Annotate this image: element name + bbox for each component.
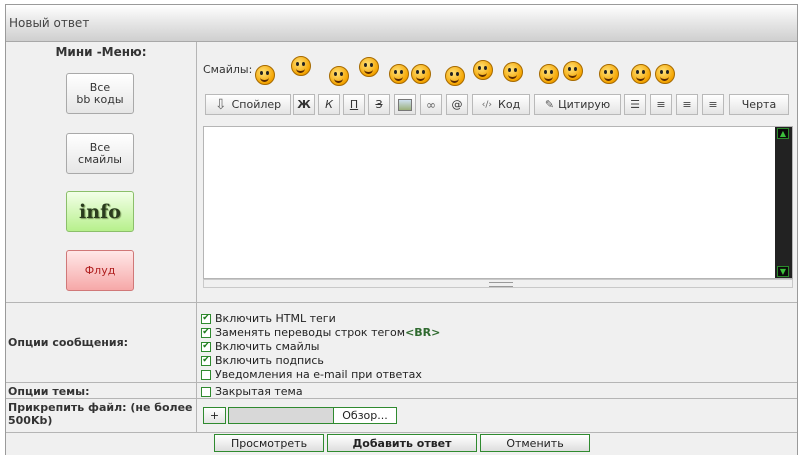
grin-icon[interactable] <box>389 64 409 84</box>
resize-grip[interactable] <box>203 279 793 288</box>
code-icon: ‹/› <box>481 99 493 110</box>
submit-reply-button[interactable]: Добавить ответ <box>327 434 477 452</box>
devil-icon[interactable] <box>503 62 523 82</box>
editor-scrollbar[interactable]: ▲ ▼ <box>775 127 792 278</box>
pencil-icon: ✎ <box>544 98 555 111</box>
checkbox-checked-icon[interactable]: ✔ <box>201 355 211 366</box>
all-bbcodes-button[interactable]: Все bb коды <box>66 73 134 114</box>
wink-icon[interactable] <box>329 66 349 86</box>
align-center-button[interactable]: ≡ <box>676 94 698 115</box>
scroll-up-icon[interactable]: ▲ <box>777 128 789 139</box>
topic-options-label: Опции темы: <box>8 385 90 398</box>
scroll-down-icon[interactable]: ▼ <box>777 266 789 277</box>
link-icon: ∞ <box>426 97 436 112</box>
italic-button[interactable]: К <box>318 94 340 115</box>
quote-button[interactable]: ✎ Цитирую <box>534 94 621 115</box>
align-center-icon: ≡ <box>682 98 692 111</box>
laugh-icon[interactable] <box>411 64 431 84</box>
strike-button[interactable]: З <box>368 94 390 115</box>
code-button[interactable]: ‹/› Код <box>472 94 530 115</box>
teeth-icon[interactable] <box>563 61 583 81</box>
mini-menu: Мини -Меню: Все bb коды Все смайлы info … <box>6 42 197 302</box>
image-icon <box>398 98 412 111</box>
flood-button[interactable]: Флуд <box>66 250 134 291</box>
message-option-1[interactable]: ✔ Заменять переводы строк тегом <BR> <box>201 326 440 339</box>
align-left-icon: ≡ <box>656 98 666 111</box>
action-bar: Просмотреть Добавить ответ Отменить <box>6 432 797 455</box>
message-textarea[interactable]: ▲ ▼ <box>203 126 793 279</box>
message-options-label: Опции сообщения: <box>8 336 129 349</box>
attach-row: Прикрепить файл: (не более 500Kb) + Обзо… <box>6 398 797 433</box>
message-options-row: Опции сообщения: ✔ Включить HTML теги ✔ Зам… <box>6 302 797 383</box>
checkbox-checked-icon[interactable]: ✔ <box>201 327 211 338</box>
smilies-label: Смайлы: <box>203 63 253 76</box>
all-smilies-button[interactable]: Все смайлы <box>66 133 134 174</box>
underline-button[interactable]: П <box>343 94 365 115</box>
align-right-button[interactable]: ≡ <box>702 94 724 115</box>
preview-button[interactable]: Просмотреть <box>214 434 324 452</box>
scared-icon[interactable] <box>599 64 619 84</box>
reply-form: Новый ответ Мини -Меню: Все bb коды Все … <box>5 4 798 455</box>
info-button[interactable]: info <box>66 191 134 232</box>
file-input[interactable]: Обзор... <box>228 407 397 424</box>
message-option-3[interactable]: ✔ Включить подпись <box>201 354 324 367</box>
link-button[interactable]: ∞ <box>420 94 442 115</box>
hug-icon[interactable] <box>631 64 651 84</box>
checkbox-icon[interactable] <box>201 386 211 397</box>
closed-topic-option[interactable]: Закрытая тема <box>201 385 303 398</box>
browse-button[interactable]: Обзор... <box>333 407 397 424</box>
list-button[interactable]: ☰ <box>624 94 646 115</box>
list-icon: ☰ <box>630 98 640 111</box>
crazy-icon[interactable] <box>359 57 379 77</box>
happy-icon[interactable] <box>473 60 493 80</box>
message-option-2[interactable]: ✔ Включить смайлы <box>201 340 319 353</box>
topic-options-row: Опции темы: Закрытая тема <box>6 382 797 399</box>
image-button[interactable] <box>394 94 416 115</box>
email-button[interactable]: @ <box>446 94 468 115</box>
cancel-button[interactable]: Отменить <box>480 434 590 452</box>
checkbox-checked-icon[interactable]: ✔ <box>201 341 211 352</box>
editor-panel: Смайлы: ⇩ Спойлер Ж К П З ∞ @ ‹/› Код ✎ … <box>197 42 797 302</box>
smile2-icon[interactable] <box>655 64 675 84</box>
align-right-icon: ≡ <box>708 98 718 111</box>
smile-icon[interactable] <box>255 65 275 85</box>
checkbox-checked-icon[interactable]: ✔ <box>201 313 211 324</box>
smilies-row: Смайлы: <box>203 52 793 86</box>
spoiler-button[interactable]: ⇩ Спойлер <box>205 94 291 115</box>
message-option-4[interactable]: Уведомления на e-mail при ответах <box>201 368 422 381</box>
bbcode-toolbar: ⇩ Спойлер Ж К П З ∞ @ ‹/› Код ✎ Цитирую <box>205 94 795 118</box>
mini-menu-title: Мини -Меню: <box>55 45 147 59</box>
grip-icon <box>489 282 513 287</box>
attach-label: Прикрепить файл: (не более 500Kb) <box>8 401 193 427</box>
arrow-down-icon: ⇩ <box>214 96 227 113</box>
form-title: Новый ответ <box>9 16 90 30</box>
add-file-button[interactable]: + <box>203 407 226 424</box>
line-button[interactable]: Черта <box>729 94 789 115</box>
checkbox-icon[interactable] <box>201 369 211 380</box>
angry-icon[interactable] <box>291 56 311 76</box>
bold-button[interactable]: Ж <box>293 94 315 115</box>
align-left-button[interactable]: ≡ <box>650 94 672 115</box>
shock-icon[interactable] <box>539 64 559 84</box>
form-titlebar: Новый ответ <box>6 5 797 42</box>
think-icon[interactable] <box>445 66 465 86</box>
message-option-0[interactable]: ✔ Включить HTML теги <box>201 312 336 325</box>
